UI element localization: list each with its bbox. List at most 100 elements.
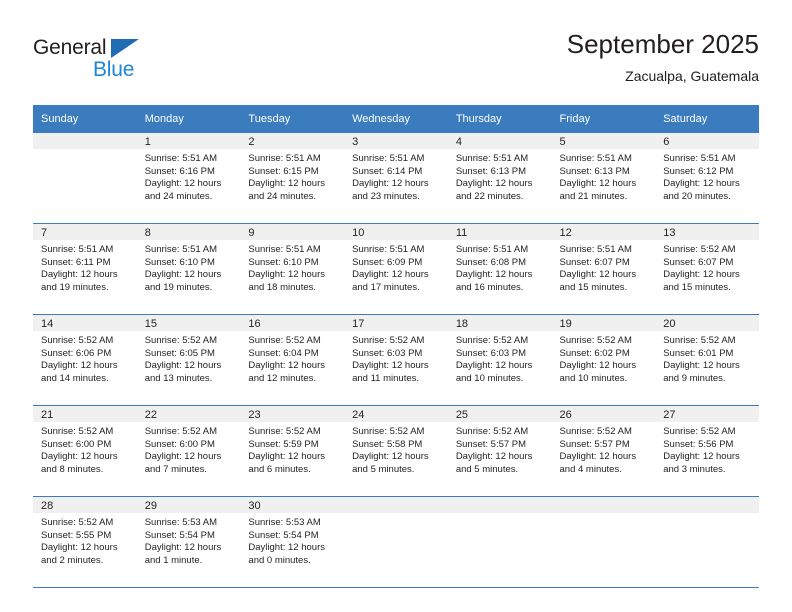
- day-cell[interactable]: 8 Sunrise: 5:51 AM Sunset: 6:10 PM Dayli…: [136, 223, 241, 315]
- day-cell[interactable]: 14 Sunrise: 5:52 AM Sunset: 6:06 PM Dayl…: [33, 314, 137, 406]
- sunrise-text: Sunrise: 5:53 AM: [144, 517, 218, 528]
- day-number: [33, 133, 137, 149]
- day-cell[interactable]: 25 Sunrise: 5:52 AM Sunset: 5:57 PM Dayl…: [447, 405, 552, 497]
- sunset-text: Sunset: 6:05 PM: [144, 347, 215, 359]
- calendar-week-row: 28 Sunrise: 5:52 AM Sunset: 5:55 PM Dayl…: [33, 496, 759, 588]
- sunrise-text: Sunrise: 5:52 AM: [41, 517, 114, 528]
- day-details: [344, 513, 448, 517]
- day-details: Sunrise: 5:52 AM Sunset: 6:03 PM Dayligh…: [448, 331, 552, 385]
- day-cell[interactable]: [33, 133, 137, 224]
- day-cell[interactable]: 2 Sunrise: 5:51 AM Sunset: 6:15 PM Dayli…: [240, 133, 345, 224]
- sunrise-text: Sunrise: 5:51 AM: [248, 244, 321, 255]
- day-details: Sunrise: 5:52 AM Sunset: 5:57 PM Dayligh…: [552, 422, 656, 476]
- sunrise-text: Sunrise: 5:52 AM: [248, 426, 321, 437]
- daylight-text-line2: and 9 minutes.: [663, 372, 726, 384]
- sunrise-text: Sunrise: 5:51 AM: [41, 244, 114, 255]
- day-details: Sunrise: 5:52 AM Sunset: 6:00 PM Dayligh…: [33, 422, 137, 476]
- calendar-body: 1 Sunrise: 5:51 AM Sunset: 6:16 PM Dayli…: [33, 133, 759, 588]
- day-details: Sunrise: 5:52 AM Sunset: 6:00 PM Dayligh…: [137, 422, 241, 476]
- generalblue-logo[interactable]: General Blue: [33, 36, 233, 92]
- day-cell[interactable]: 15 Sunrise: 5:52 AM Sunset: 6:05 PM Dayl…: [136, 314, 241, 406]
- sunrise-text: Sunrise: 5:51 AM: [144, 244, 218, 255]
- day-cell[interactable]: 12 Sunrise: 5:51 AM Sunset: 6:07 PM Dayl…: [551, 223, 656, 315]
- day-cell[interactable]: 21 Sunrise: 5:52 AM Sunset: 6:00 PM Dayl…: [33, 405, 137, 497]
- day-cell[interactable]: 27 Sunrise: 5:52 AM Sunset: 5:56 PM Dayl…: [655, 405, 759, 497]
- calendar-week-row: 21 Sunrise: 5:52 AM Sunset: 6:00 PM Dayl…: [33, 405, 759, 497]
- day-cell[interactable]: 1 Sunrise: 5:51 AM Sunset: 6:16 PM Dayli…: [136, 133, 241, 224]
- day-cell[interactable]: 11 Sunrise: 5:51 AM Sunset: 6:08 PM Dayl…: [447, 223, 552, 315]
- day-details: Sunrise: 5:52 AM Sunset: 5:59 PM Dayligh…: [240, 422, 344, 476]
- day-number: 2: [240, 133, 345, 149]
- day-cell[interactable]: 30 Sunrise: 5:53 AM Sunset: 5:54 PM Dayl…: [240, 496, 345, 588]
- day-cell[interactable]: [447, 496, 552, 588]
- day-cell[interactable]: 6 Sunrise: 5:51 AM Sunset: 6:12 PM Dayli…: [655, 133, 759, 224]
- day-cell[interactable]: 4 Sunrise: 5:51 AM Sunset: 6:13 PM Dayli…: [447, 133, 552, 224]
- daylight-text-line2: and 10 minutes.: [559, 372, 628, 384]
- sunrise-text: Sunrise: 5:52 AM: [663, 244, 736, 255]
- day-cell[interactable]: 19 Sunrise: 5:52 AM Sunset: 6:02 PM Dayl…: [551, 314, 656, 406]
- day-details: Sunrise: 5:52 AM Sunset: 5:57 PM Dayligh…: [448, 422, 552, 476]
- day-cell[interactable]: 16 Sunrise: 5:52 AM Sunset: 6:04 PM Dayl…: [240, 314, 345, 406]
- sunrise-text: Sunrise: 5:52 AM: [144, 426, 218, 437]
- day-cell[interactable]: 20 Sunrise: 5:52 AM Sunset: 6:01 PM Dayl…: [655, 314, 759, 406]
- sunrise-text: Sunrise: 5:52 AM: [144, 335, 218, 346]
- daylight-text-line1: Daylight: 12 hours: [352, 269, 429, 281]
- day-cell[interactable]: 24 Sunrise: 5:52 AM Sunset: 5:58 PM Dayl…: [344, 405, 448, 497]
- logo-text-general: General: [33, 36, 107, 59]
- daylight-text-line1: Daylight: 12 hours: [663, 269, 740, 281]
- daylight-text-line1: Daylight: 12 hours: [559, 451, 637, 463]
- day-cell[interactable]: 17 Sunrise: 5:52 AM Sunset: 6:03 PM Dayl…: [344, 314, 448, 406]
- sunset-text: Sunset: 5:55 PM: [41, 529, 112, 541]
- day-number: 19: [551, 315, 656, 331]
- day-cell[interactable]: [551, 496, 656, 588]
- day-details: Sunrise: 5:52 AM Sunset: 5:55 PM Dayligh…: [33, 513, 137, 567]
- daylight-text-line1: Daylight: 12 hours: [41, 269, 118, 281]
- sunset-text: Sunset: 5:56 PM: [663, 438, 734, 450]
- daylight-text-line1: Daylight: 12 hours: [352, 360, 429, 372]
- day-cell[interactable]: [344, 496, 448, 588]
- sunset-text: Sunset: 6:02 PM: [559, 347, 630, 359]
- day-cell[interactable]: 22 Sunrise: 5:52 AM Sunset: 6:00 PM Dayl…: [136, 405, 241, 497]
- day-cell[interactable]: 5 Sunrise: 5:51 AM Sunset: 6:13 PM Dayli…: [551, 133, 656, 224]
- day-cell[interactable]: 26 Sunrise: 5:52 AM Sunset: 5:57 PM Dayl…: [551, 405, 656, 497]
- day-cell[interactable]: 3 Sunrise: 5:51 AM Sunset: 6:14 PM Dayli…: [344, 133, 448, 224]
- day-details: Sunrise: 5:52 AM Sunset: 6:03 PM Dayligh…: [344, 331, 448, 385]
- day-number: 7: [33, 224, 137, 240]
- daylight-text-line2: and 19 minutes.: [41, 281, 109, 293]
- daylight-text-line1: Daylight: 12 hours: [455, 360, 533, 372]
- calendar-week-row: 14 Sunrise: 5:52 AM Sunset: 6:06 PM Dayl…: [33, 314, 759, 406]
- daylight-text-line1: Daylight: 12 hours: [352, 178, 429, 190]
- day-cell[interactable]: 13 Sunrise: 5:52 AM Sunset: 6:07 PM Dayl…: [655, 223, 759, 315]
- day-number: [447, 497, 552, 513]
- daylight-text-line2: and 11 minutes.: [352, 372, 420, 384]
- day-cell[interactable]: 9 Sunrise: 5:51 AM Sunset: 6:10 PM Dayli…: [240, 223, 345, 315]
- sunrise-text: Sunrise: 5:52 AM: [455, 426, 529, 437]
- daylight-text-line2: and 13 minutes.: [144, 372, 213, 384]
- day-cell[interactable]: 23 Sunrise: 5:52 AM Sunset: 5:59 PM Dayl…: [240, 405, 345, 497]
- day-number: 20: [655, 315, 759, 331]
- day-details: Sunrise: 5:51 AM Sunset: 6:09 PM Dayligh…: [344, 240, 448, 294]
- daylight-text-line2: and 8 minutes.: [41, 463, 104, 475]
- day-cell[interactable]: 29 Sunrise: 5:53 AM Sunset: 5:54 PM Dayl…: [136, 496, 241, 588]
- daylight-text-line2: and 2 minutes.: [41, 554, 104, 566]
- daylight-text-line2: and 3 minutes.: [663, 463, 726, 475]
- sunrise-text: Sunrise: 5:52 AM: [559, 335, 632, 346]
- day-number: 29: [136, 497, 241, 513]
- day-cell[interactable]: 10 Sunrise: 5:51 AM Sunset: 6:09 PM Dayl…: [344, 223, 448, 315]
- daylight-text-line1: Daylight: 12 hours: [248, 542, 325, 554]
- logo-triangle-icon: [111, 39, 139, 58]
- day-number: 10: [344, 224, 448, 240]
- day-number: 27: [655, 406, 759, 422]
- day-cell[interactable]: 18 Sunrise: 5:52 AM Sunset: 6:03 PM Dayl…: [447, 314, 552, 406]
- sunset-text: Sunset: 6:00 PM: [41, 438, 112, 450]
- daylight-text-line2: and 0 minutes.: [248, 554, 311, 566]
- calendar-week-row: 1 Sunrise: 5:51 AM Sunset: 6:16 PM Dayli…: [33, 133, 759, 224]
- day-cell[interactable]: [655, 496, 759, 588]
- daylight-text-line2: and 23 minutes.: [352, 190, 420, 202]
- day-cell[interactable]: 7 Sunrise: 5:51 AM Sunset: 6:11 PM Dayli…: [33, 223, 137, 315]
- weekday-header-monday: Monday: [136, 105, 241, 133]
- daylight-text-line2: and 22 minutes.: [455, 190, 524, 202]
- day-details: Sunrise: 5:51 AM Sunset: 6:12 PM Dayligh…: [655, 149, 759, 203]
- day-number: 12: [551, 224, 656, 240]
- day-cell[interactable]: 28 Sunrise: 5:52 AM Sunset: 5:55 PM Dayl…: [33, 496, 137, 588]
